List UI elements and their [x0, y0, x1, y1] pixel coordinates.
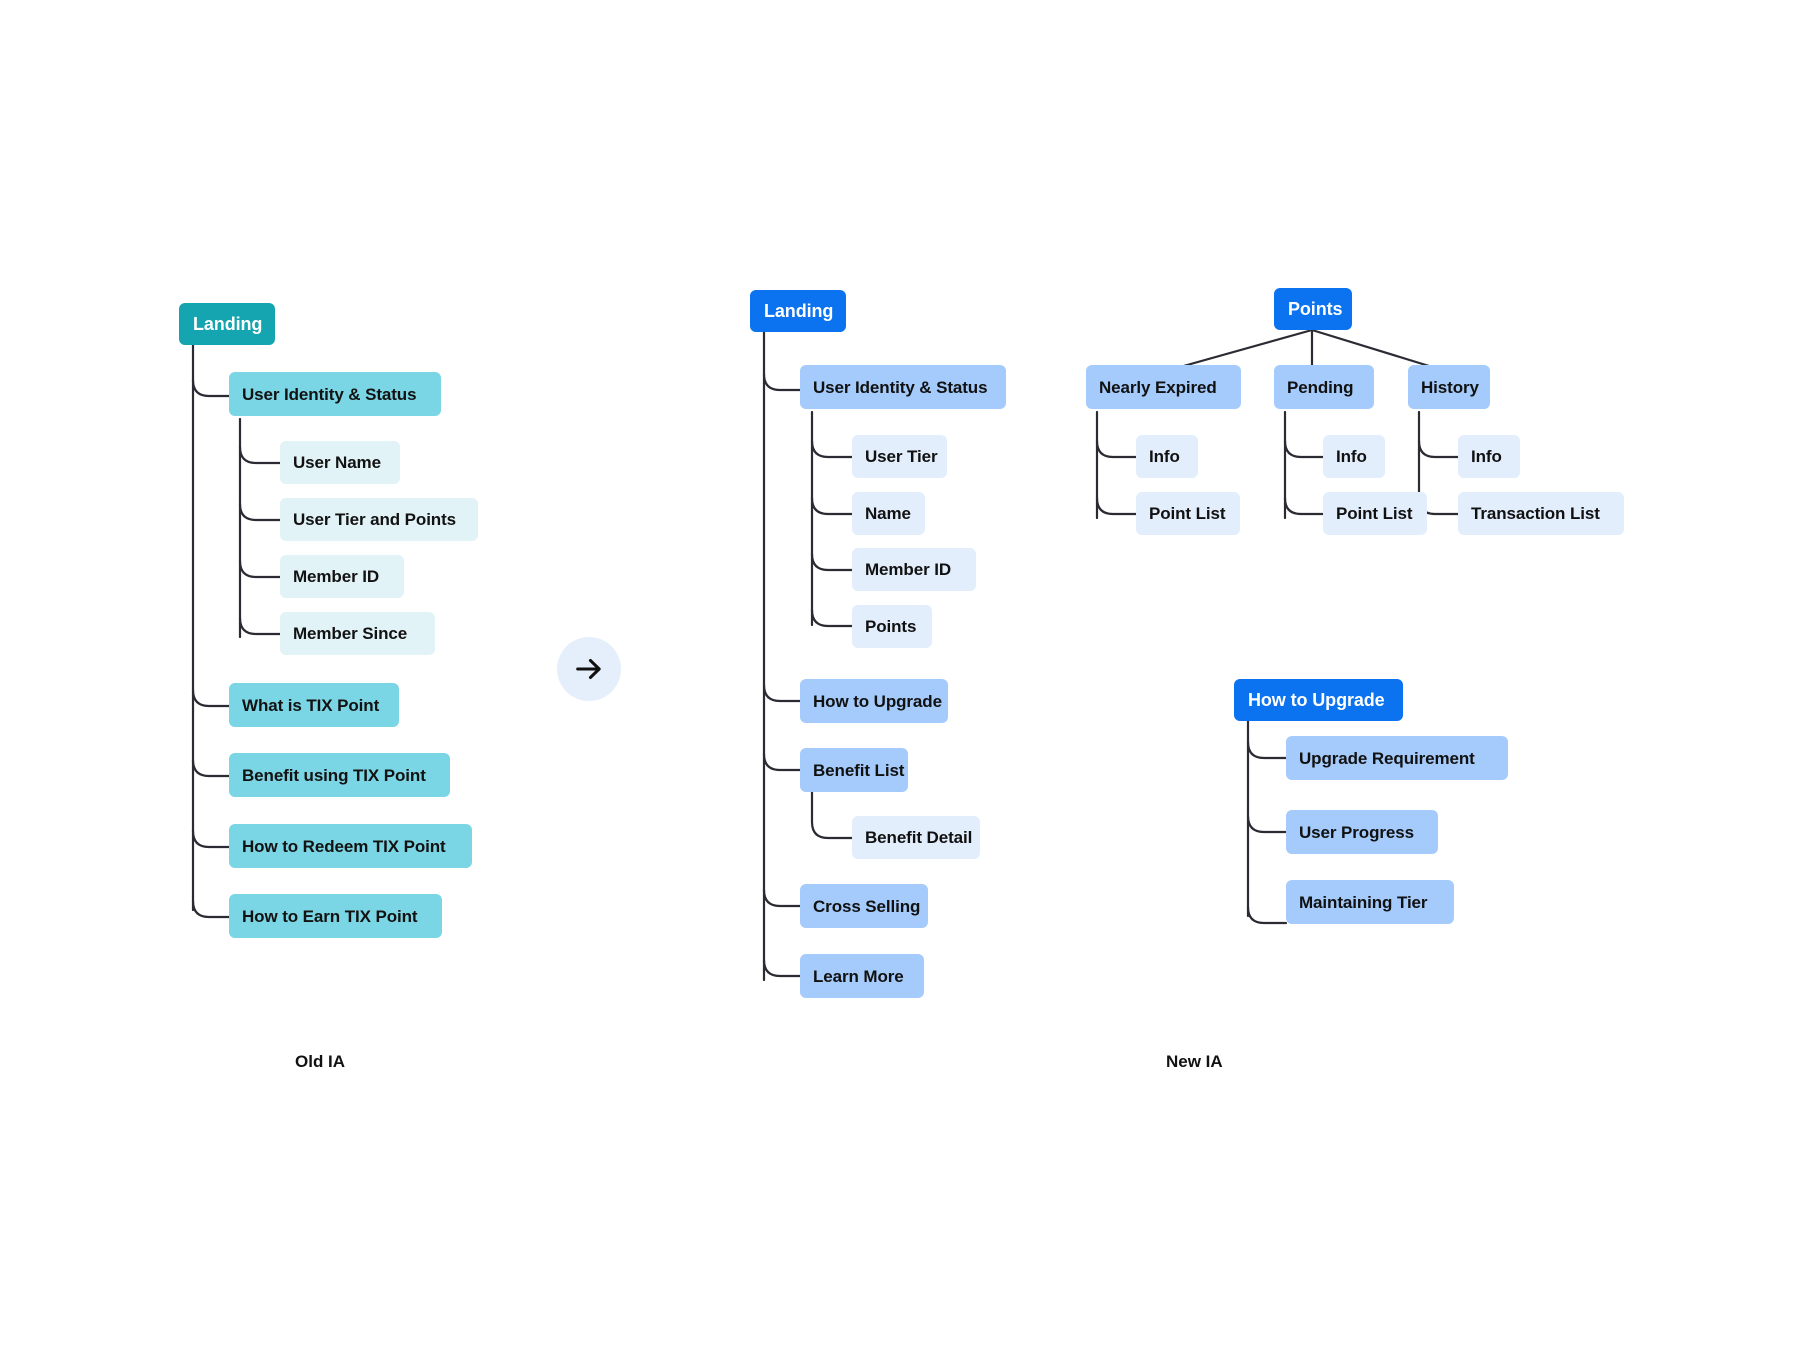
- node-label: Landing: [764, 301, 834, 321]
- arrow-right-icon: [576, 659, 601, 679]
- new-node-points-root[interactable]: Points: [1274, 288, 1352, 330]
- new-node-name[interactable]: Name: [852, 492, 925, 535]
- node-label: Benefit List: [813, 760, 905, 780]
- node-label: Member ID: [865, 560, 952, 579]
- caption-new-ia: New IA: [1166, 1052, 1223, 1071]
- new-node-upgrade-requirement[interactable]: Upgrade Requirement: [1286, 736, 1508, 780]
- new-node-benefit-detail[interactable]: Benefit Detail: [852, 816, 980, 859]
- connector-lines: [191, 328, 1460, 982]
- node-label: Points: [865, 617, 917, 636]
- node-label: Pending: [1287, 377, 1354, 397]
- node-label: Cross Selling: [813, 896, 921, 916]
- new-node-nearly-expired-point-list[interactable]: Point List: [1136, 492, 1240, 535]
- new-node-nearly-expired[interactable]: Nearly Expired: [1086, 365, 1241, 409]
- node-label: Nearly Expired: [1099, 377, 1217, 397]
- node-label: How to Upgrade: [1248, 690, 1385, 710]
- new-node-history-transaction-list[interactable]: Transaction List: [1458, 492, 1624, 535]
- node-label: Name: [865, 504, 911, 523]
- node-label: User Progress: [1299, 822, 1414, 842]
- node-label: Info: [1471, 447, 1502, 466]
- new-node-user-progress[interactable]: User Progress: [1286, 810, 1438, 854]
- ia-diagram-canvas: Landing User Identity & Status User Name…: [0, 0, 1800, 1350]
- node-label: Info: [1336, 447, 1367, 466]
- new-node-nearly-expired-info[interactable]: Info: [1136, 435, 1198, 478]
- transition-arrow-badge: [557, 637, 621, 701]
- new-node-maintaining-tier[interactable]: Maintaining Tier: [1286, 880, 1454, 924]
- new-node-benefit-list[interactable]: Benefit List: [800, 748, 908, 792]
- node-label: User Name: [293, 453, 381, 472]
- caption-old-ia: Old IA: [295, 1052, 346, 1071]
- new-node-cross-selling[interactable]: Cross Selling: [800, 884, 928, 928]
- node-label: Point List: [1336, 504, 1413, 523]
- node-label: Upgrade Requirement: [1299, 748, 1475, 768]
- node-label: Landing: [193, 314, 263, 334]
- new-node-points[interactable]: Points: [852, 605, 932, 648]
- new-node-history-info[interactable]: Info: [1458, 435, 1520, 478]
- old-node-user-tier-and-points[interactable]: User Tier and Points: [280, 498, 478, 541]
- node-label: Info: [1149, 447, 1180, 466]
- new-node-landing[interactable]: Landing: [750, 290, 846, 332]
- new-node-member-id[interactable]: Member ID: [852, 548, 976, 591]
- node-label: Benefit Detail: [865, 828, 973, 847]
- old-node-how-to-earn-tix-point[interactable]: How to Earn TIX Point: [229, 894, 442, 938]
- new-node-pending-point-list[interactable]: Point List: [1323, 492, 1427, 535]
- node-label: How to Earn TIX Point: [242, 906, 418, 926]
- node-label: Maintaining Tier: [1299, 892, 1428, 912]
- node-label: History: [1421, 377, 1479, 397]
- new-node-user-identity-status[interactable]: User Identity & Status: [800, 365, 1006, 409]
- old-node-benefit-using-tix-point[interactable]: Benefit using TIX Point: [229, 753, 450, 797]
- old-node-what-is-tix-point[interactable]: What is TIX Point: [229, 683, 399, 727]
- old-node-member-id[interactable]: Member ID: [280, 555, 404, 598]
- old-node-user-name[interactable]: User Name: [280, 441, 400, 484]
- node-label: Point List: [1149, 504, 1226, 523]
- new-node-pending[interactable]: Pending: [1274, 365, 1374, 409]
- new-node-how-to-upgrade[interactable]: How to Upgrade: [800, 679, 948, 723]
- node-label: Benefit using TIX Point: [242, 765, 426, 785]
- old-node-landing[interactable]: Landing: [179, 303, 275, 345]
- new-node-learn-more[interactable]: Learn More: [800, 954, 924, 998]
- new-node-history[interactable]: History: [1408, 365, 1490, 409]
- node-label: User Tier: [865, 447, 938, 466]
- node-label: Member ID: [293, 567, 380, 586]
- new-node-pending-info[interactable]: Info: [1323, 435, 1385, 478]
- node-label: User Identity & Status: [242, 384, 417, 404]
- node-label: User Tier and Points: [293, 510, 457, 529]
- node-label: User Identity & Status: [813, 377, 988, 397]
- node-label: How to Upgrade: [813, 691, 942, 711]
- node-label: How to Redeem TIX Point: [242, 836, 446, 856]
- old-node-how-to-redeem-tix-point[interactable]: How to Redeem TIX Point: [229, 824, 472, 868]
- node-label: Transaction List: [1471, 504, 1600, 523]
- node-label: Points: [1288, 299, 1343, 319]
- new-node-how-to-upgrade-root[interactable]: How to Upgrade: [1234, 679, 1403, 721]
- node-label: Member Since: [293, 624, 408, 643]
- old-node-member-since[interactable]: Member Since: [280, 612, 435, 655]
- node-label: Learn More: [813, 966, 904, 986]
- node-label: What is TIX Point: [242, 695, 380, 715]
- new-node-user-tier[interactable]: User Tier: [852, 435, 947, 478]
- old-node-user-identity-status[interactable]: User Identity & Status: [229, 372, 441, 416]
